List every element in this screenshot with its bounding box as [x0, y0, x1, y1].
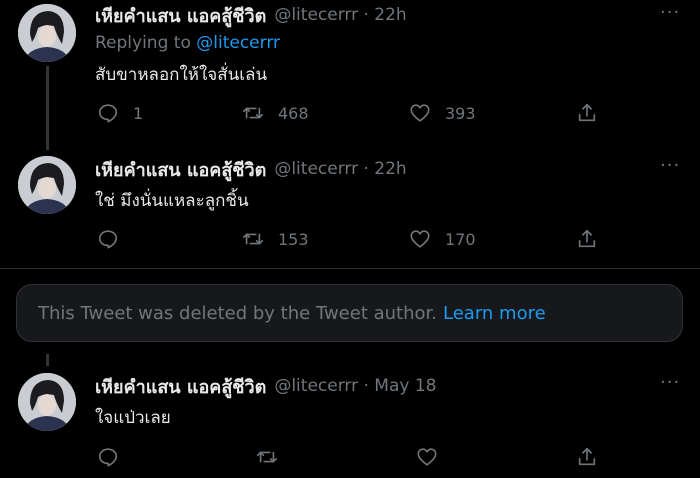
handle-time[interactable]: @litecerrr · May 18 [274, 376, 436, 396]
like-button[interactable] [416, 446, 452, 468]
retweet-button[interactable] [256, 446, 292, 468]
replying-prefix: Replying to [95, 33, 191, 53]
avatar[interactable] [18, 373, 76, 431]
tweet-text: สับขาหลอกให้ใจสั่นเล่น [95, 65, 268, 85]
more-icon[interactable]: ··· [660, 155, 680, 176]
reply-icon [98, 448, 118, 467]
divider [0, 268, 700, 269]
thread-line [46, 354, 49, 366]
like-count: 170 [445, 229, 476, 249]
learn-more-link[interactable]: Learn more [443, 303, 546, 324]
retweet-icon [243, 107, 263, 119]
handle-time[interactable]: @litecerrr · 22h [274, 159, 406, 179]
display-name[interactable]: เหียคำแสน แอคสู้ชีวิต [95, 1, 266, 30]
like-button[interactable]: 393 [409, 102, 476, 124]
display-name[interactable]: เหียคำแสน แอคสู้ชีวิต [95, 372, 266, 401]
avatar[interactable] [18, 156, 76, 214]
share-icon [578, 103, 596, 122]
retweet-button[interactable]: 468 [242, 102, 309, 124]
share-button[interactable] [576, 446, 598, 468]
tweet-text: ใช่ มึงนั่นแหละลูกชิ้น [95, 191, 249, 211]
like-icon [410, 104, 430, 122]
deleted-tweet-notice: This Tweet was deleted by the Tweet auth… [16, 284, 683, 342]
handle-time[interactable]: @litecerrr · 22h [274, 5, 406, 25]
replying-to: Replying to @litecerrr [95, 33, 280, 53]
thread-line [46, 66, 49, 150]
reply-icon [98, 104, 118, 123]
retweet-count: 468 [278, 103, 309, 123]
retweet-count: 153 [278, 229, 309, 249]
share-button[interactable] [576, 228, 598, 250]
display-name[interactable]: เหียคำแสน แอคสู้ชีวิต [95, 155, 266, 184]
share-icon [578, 229, 596, 248]
like-icon [410, 230, 430, 248]
reply-button[interactable] [97, 228, 133, 250]
like-button[interactable]: 170 [409, 228, 476, 250]
avatar-photo [18, 373, 76, 431]
retweet-icon [243, 233, 263, 245]
reply-button[interactable]: 1 [97, 102, 143, 124]
retweet-button[interactable]: 153 [242, 228, 309, 250]
avatar-photo [18, 4, 76, 62]
more-icon[interactable]: ··· [660, 2, 680, 23]
like-count: 393 [445, 103, 476, 123]
mention-link[interactable]: @litecerrr [196, 33, 280, 53]
deleted-notice-text: This Tweet was deleted by the Tweet auth… [38, 302, 437, 324]
retweet-icon [257, 451, 277, 463]
more-icon[interactable]: ··· [660, 372, 680, 393]
share-button[interactable] [576, 102, 598, 124]
avatar[interactable] [18, 4, 76, 62]
avatar-photo [18, 156, 76, 214]
reply-icon [98, 230, 118, 249]
reply-button[interactable] [97, 446, 133, 468]
like-icon [417, 448, 437, 466]
share-icon [578, 447, 596, 466]
reply-count: 1 [133, 103, 144, 123]
tweet-text: ใจแป่วเลย [95, 408, 171, 428]
